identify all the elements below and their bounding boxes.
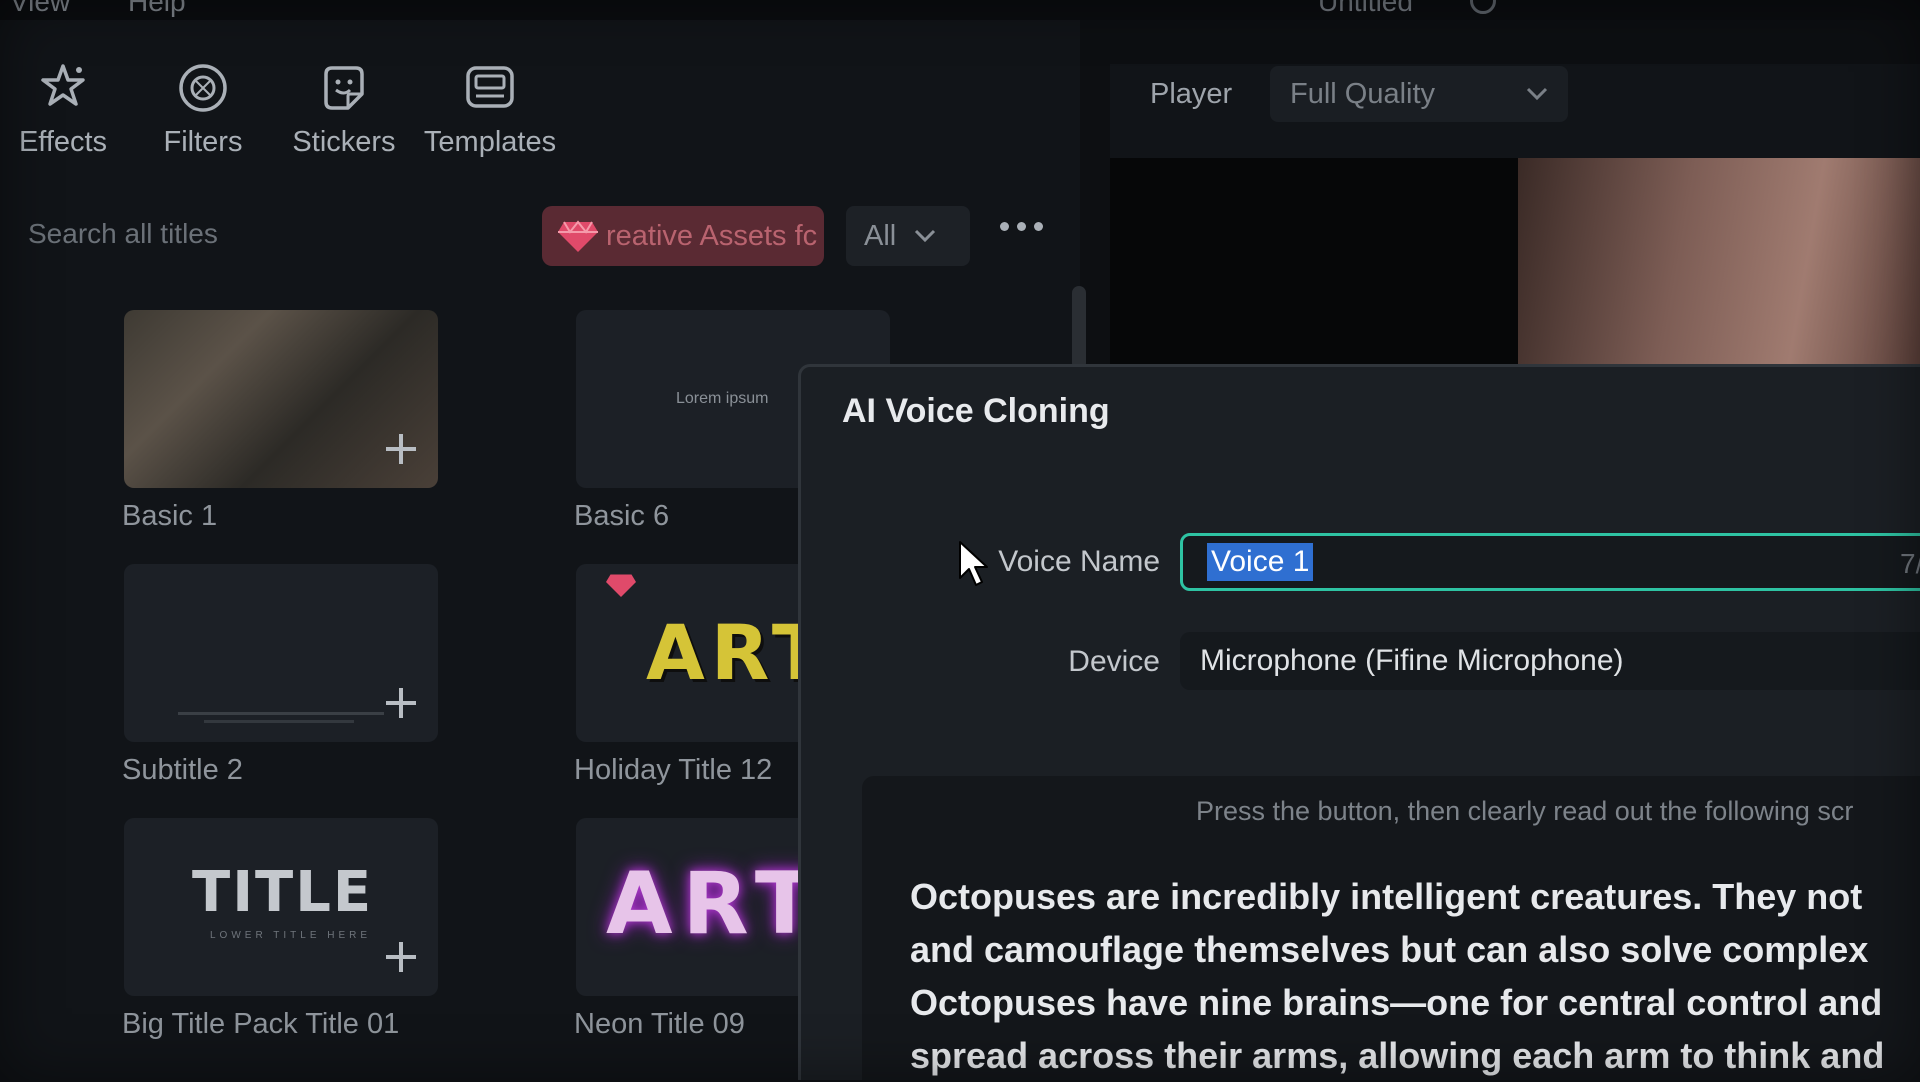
- category-filter-dropdown[interactable]: All: [846, 206, 970, 266]
- device-value: Microphone (Fifine Microphone): [1200, 644, 1624, 677]
- add-icon[interactable]: [386, 942, 416, 972]
- voice-name-value: Voice 1: [1207, 543, 1314, 581]
- script-text: Octopuses are incredibly intelligent cre…: [910, 870, 1920, 1082]
- menu-help[interactable]: Help: [128, 0, 186, 18]
- voice-name-input[interactable]: Voice 1: [1180, 533, 1920, 591]
- tool-filters[interactable]: Filters: [128, 60, 278, 159]
- title-card-label: Big Title Pack Title 01: [122, 1008, 400, 1040]
- chevron-down-icon: [915, 229, 936, 243]
- filter-value: All: [864, 219, 897, 252]
- gem-icon: [558, 220, 598, 252]
- quality-value: Full Quality: [1290, 77, 1436, 110]
- card-preview-text: TITLE: [192, 860, 374, 925]
- quality-dropdown[interactable]: Full Quality: [1270, 66, 1568, 122]
- creative-assets-label: reative Assets fc: [606, 219, 818, 252]
- document-title: Untitled: [1318, 0, 1413, 17]
- effects-icon: [41, 64, 85, 106]
- mouse-cursor-icon: [959, 541, 988, 586]
- chevron-down-icon: [1526, 87, 1548, 101]
- title-card-label: Neon Title 09: [574, 1008, 745, 1040]
- tool-templates[interactable]: Templates: [415, 60, 565, 159]
- script-line: and camouflage themselves but can also s…: [910, 929, 1869, 970]
- title-card-subtitle-2[interactable]: [124, 564, 438, 742]
- instruction-text: Press the button, then clearly read out …: [1196, 796, 1854, 826]
- title-card-label: Holiday Title 12: [574, 754, 773, 786]
- script-line: spread across their arms, allowing each …: [910, 1035, 1885, 1076]
- subtitle-preview-line: [204, 720, 354, 723]
- script-line: Octopuses have nine brains—one for centr…: [910, 982, 1883, 1023]
- tool-label: Templates: [423, 126, 557, 158]
- player-label: Player: [1150, 78, 1233, 110]
- dialog-title: AI Voice Cloning: [842, 392, 1110, 430]
- title-card-label: Subtitle 2: [122, 754, 243, 786]
- device-dropdown[interactable]: Microphone (Fifine Microphone): [1180, 632, 1920, 690]
- creative-assets-button[interactable]: reative Assets fc: [542, 206, 824, 266]
- tool-effects[interactable]: Effects: [0, 60, 138, 159]
- script-line: Octopuses are incredibly intelligent cre…: [910, 876, 1863, 917]
- title-card-label: Basic 6: [574, 500, 670, 532]
- title-card-label: Basic 1: [122, 500, 218, 532]
- more-options-icon[interactable]: [1000, 222, 1043, 231]
- card-preview-subtext: LOWER TITLE HERE: [210, 930, 372, 941]
- card-preview-text: Lorem ipsum: [676, 390, 769, 407]
- menubar: [0, 0, 1920, 20]
- tool-label: Filters: [163, 126, 243, 158]
- device-label: Device: [1068, 645, 1160, 678]
- filters-icon: [179, 64, 227, 112]
- stickers-icon: [324, 66, 364, 110]
- tool-label: Effects: [18, 126, 108, 158]
- menu-view[interactable]: View: [10, 0, 70, 18]
- title-card-big-title-01[interactable]: TITLE LOWER TITLE HERE: [124, 818, 438, 996]
- tool-label: Stickers: [292, 126, 396, 158]
- search-input[interactable]: Search all titles: [28, 218, 218, 250]
- subtitle-preview-line: [178, 712, 384, 715]
- add-icon[interactable]: [386, 434, 416, 464]
- templates-icon: [466, 66, 514, 108]
- add-icon[interactable]: [386, 688, 416, 718]
- preview-frame-image: [1518, 158, 1920, 368]
- panel-scrollbar[interactable]: [1072, 286, 1086, 370]
- card-preview-text: ART: [606, 854, 824, 954]
- character-count: 7/: [1900, 548, 1920, 579]
- premium-gem-icon: [606, 574, 636, 597]
- tool-stickers[interactable]: Stickers: [269, 60, 419, 159]
- title-card-basic-1[interactable]: [124, 310, 438, 488]
